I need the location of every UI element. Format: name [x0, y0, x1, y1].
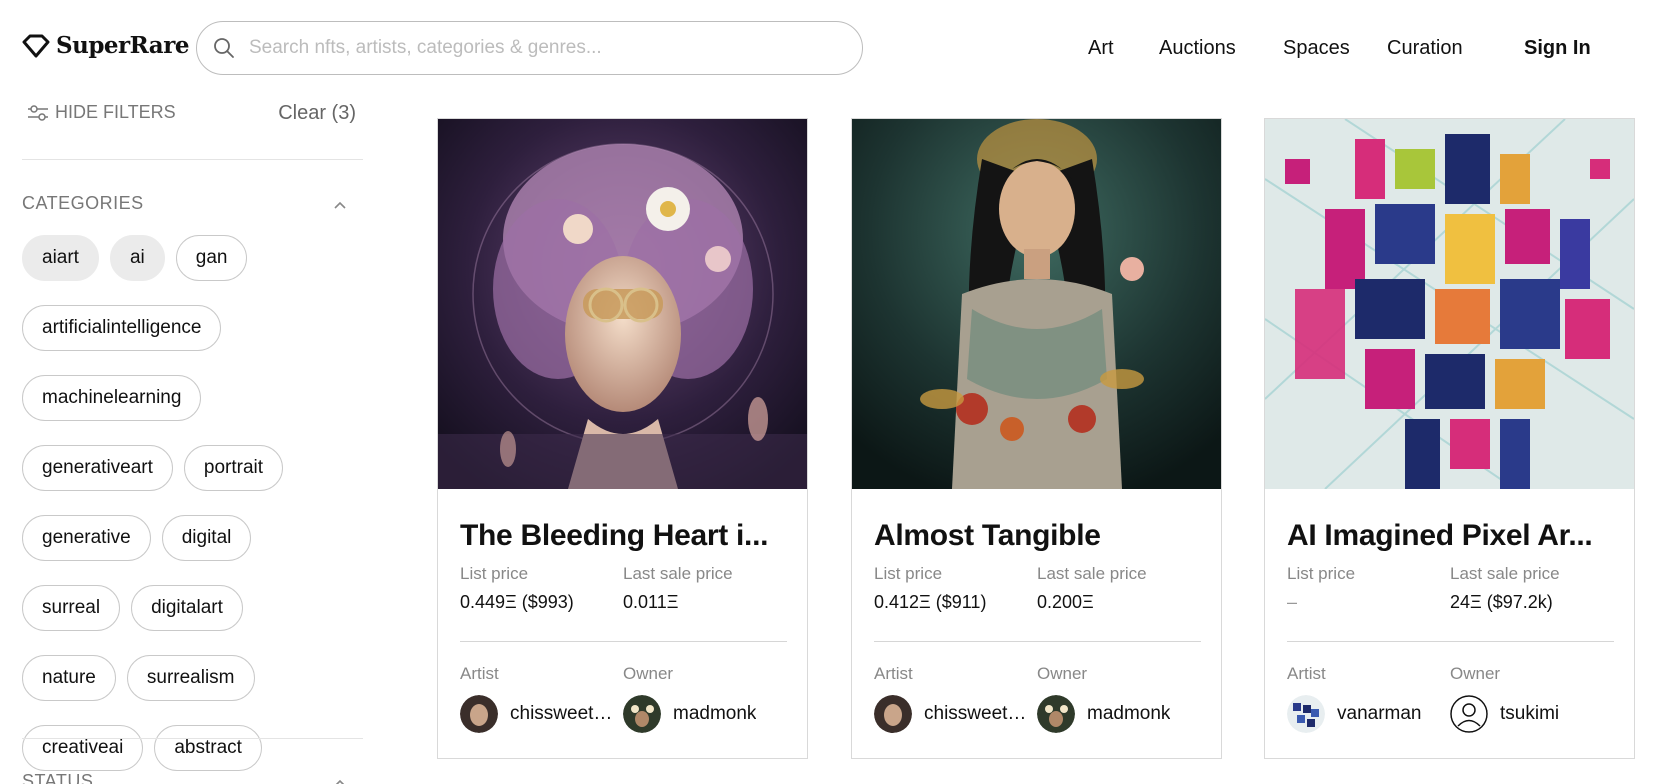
owner-label: Owner — [1450, 664, 1501, 683]
owner-link[interactable]: madmonk — [623, 695, 756, 733]
nft-card[interactable]: The Bleeding Heart i... List price Last … — [437, 118, 808, 759]
avatar — [623, 695, 661, 733]
chip-digitalart[interactable]: digitalart — [131, 585, 243, 631]
last-sale-value: 24Ξ ($97.2k) — [1450, 592, 1553, 612]
owner-name: madmonk — [1087, 703, 1171, 724]
artwork-image[interactable] — [438, 119, 807, 489]
last-sale-label: Last sale price — [623, 564, 733, 583]
artwork-title[interactable]: Almost Tangible — [874, 519, 1194, 553]
avatar — [874, 695, 912, 733]
chip-nature[interactable]: nature — [22, 655, 116, 701]
chip-surrealism[interactable]: surrealism — [126, 655, 255, 701]
chip-portrait[interactable]: portrait — [183, 445, 284, 491]
artwork-image[interactable] — [852, 119, 1221, 489]
search-bar[interactable] — [196, 21, 863, 75]
list-price-label: List price — [874, 564, 943, 583]
chip-creativeai[interactable]: creativeai — [22, 725, 144, 771]
categories-title[interactable]: CATEGORIES — [22, 193, 144, 214]
chevron-up-icon[interactable] — [333, 200, 347, 210]
chip-digital[interactable]: digital — [161, 515, 252, 561]
nav-spaces[interactable]: Spaces — [1283, 37, 1350, 60]
hide-filters-button[interactable]: HIDE FILTERS — [27, 102, 176, 123]
chip-gan[interactable]: gan — [175, 235, 248, 281]
sign-in-link[interactable]: Sign In — [1524, 37, 1591, 60]
list-price-label: List price — [460, 564, 529, 583]
owner-label: Owner — [1037, 664, 1088, 683]
hide-filters-label: HIDE FILTERS — [55, 102, 176, 122]
filters-bar: HIDE FILTERS Clear (3) — [22, 102, 362, 132]
filter-sliders-icon — [28, 104, 48, 121]
avatar — [1287, 695, 1325, 733]
status-title[interactable]: STATUS — [22, 771, 93, 784]
nft-card[interactable]: Almost Tangible List price Last sale pri… — [851, 118, 1222, 759]
list-price-value: 0.449Ξ ($993) — [460, 592, 574, 612]
artwork-image[interactable] — [1265, 119, 1634, 489]
chip-ai[interactable]: ai — [109, 235, 165, 281]
chip-surreal[interactable]: surreal — [22, 585, 121, 631]
chip-generativeart[interactable]: generativeart — [22, 445, 173, 491]
owner-link[interactable]: madmonk — [1037, 695, 1170, 733]
owner-name: tsukimi — [1500, 703, 1560, 724]
header: SuperRare Art Auctions Spaces Curation S… — [0, 0, 1659, 95]
owner-label: Owner — [623, 664, 674, 683]
sidebar-divider — [22, 159, 363, 160]
sidebar-divider — [22, 738, 363, 739]
card-divider — [460, 641, 787, 642]
avatar — [1037, 695, 1075, 733]
clear-filters-button[interactable]: Clear (3) — [278, 102, 356, 125]
chip-generative[interactable]: generative — [22, 515, 151, 561]
category-chips: aiart ai gan artificialintelligence mach… — [22, 235, 362, 771]
artist-name: vanarman — [1337, 703, 1422, 724]
artist-link[interactable]: chissweeta... — [460, 695, 618, 733]
card-divider — [874, 641, 1201, 642]
list-price-label: List price — [1287, 564, 1356, 583]
chip-machinelearning[interactable]: machinelearning — [22, 375, 202, 421]
owner-name: madmonk — [673, 703, 757, 724]
list-price-value: – — [1287, 592, 1298, 612]
default-user-icon — [1450, 695, 1488, 733]
artist-name: chissweeta... — [924, 703, 1032, 724]
nft-card[interactable]: AI Imagined Pixel Ar... List price Last … — [1264, 118, 1635, 759]
nav-curation[interactable]: Curation — [1387, 37, 1463, 60]
nav-auctions[interactable]: Auctions — [1159, 37, 1236, 60]
avatar — [460, 695, 498, 733]
search-icon — [214, 38, 234, 58]
nav-art[interactable]: Art — [1088, 37, 1114, 60]
last-sale-label: Last sale price — [1037, 564, 1147, 583]
artist-label: Artist — [874, 664, 913, 683]
artwork-title[interactable]: The Bleeding Heart i... — [460, 519, 780, 553]
chip-aiart[interactable]: aiart — [22, 235, 99, 281]
card-divider — [1287, 641, 1614, 642]
superrare-logo[interactable]: SuperRare — [22, 32, 189, 59]
artist-name: chissweeta... — [510, 703, 618, 724]
last-sale-value: 0.200Ξ — [1037, 592, 1094, 612]
owner-link[interactable]: tsukimi — [1450, 695, 1559, 733]
artist-link[interactable]: chissweeta... — [874, 695, 1032, 733]
chip-artificialintelligence[interactable]: artificialintelligence — [22, 305, 222, 351]
artist-label: Artist — [460, 664, 499, 683]
last-sale-label: Last sale price — [1450, 564, 1560, 583]
artist-label: Artist — [1287, 664, 1326, 683]
artwork-title[interactable]: AI Imagined Pixel Ar... — [1287, 519, 1607, 553]
brand-name: SuperRare — [56, 32, 189, 59]
chevron-up-icon[interactable] — [333, 778, 347, 784]
chip-abstract[interactable]: abstract — [154, 725, 262, 771]
search-input[interactable] — [249, 37, 829, 59]
last-sale-value: 0.011Ξ — [623, 592, 679, 612]
diamond-logo-icon — [22, 34, 50, 57]
list-price-value: 0.412Ξ ($911) — [874, 592, 987, 612]
artist-link[interactable]: vanarman — [1287, 695, 1422, 733]
